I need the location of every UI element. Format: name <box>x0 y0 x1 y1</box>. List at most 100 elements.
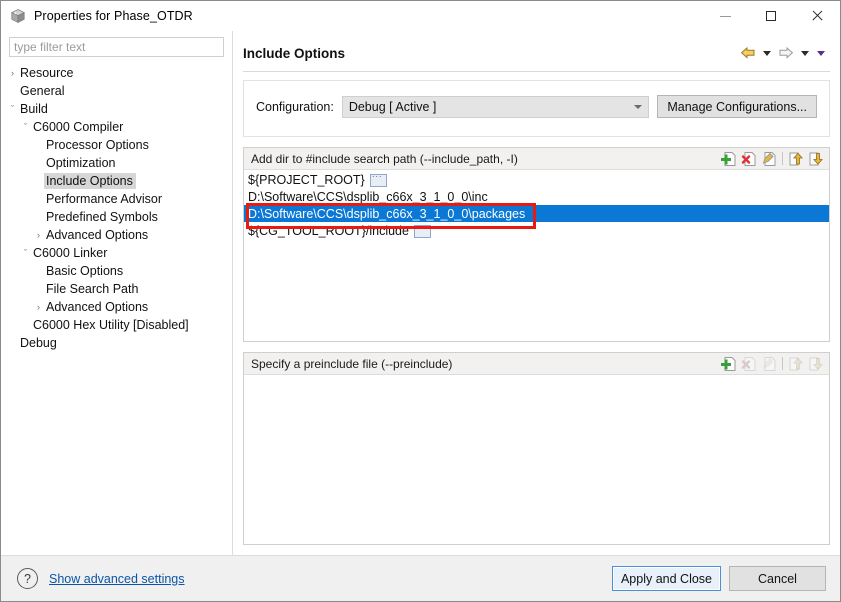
list-item-label: D:\Software\CCS\dsplib_c66x_3_1_0_0\inc <box>248 189 488 204</box>
sidebar-item-label: Include Options <box>44 173 136 189</box>
window-controls <box>702 1 840 31</box>
sidebar-item-label: Optimization <box>46 156 116 170</box>
back-arrow-icon <box>740 46 755 59</box>
help-icon[interactable]: ? <box>17 568 38 589</box>
page-title: Include Options <box>243 45 346 61</box>
list-item[interactable]: D:\Software\CCS\dsplib_c66x_3_1_0_0\pack… <box>244 205 829 222</box>
configuration-label: Configuration: <box>256 99 334 114</box>
settings-tree: › Resource General ˇ Build ˇ C6000 Compiler Pro… <box>1 62 232 555</box>
configuration-row: Configuration: Debug [ Active ] Manage C… <box>256 95 817 118</box>
sidebar-item-c6000-linker[interactable]: ˇ C6000 Linker <box>1 244 232 262</box>
sidebar-item-label: General <box>20 84 65 98</box>
title-bar: Properties for Phase_OTDR <box>1 1 840 31</box>
sidebar-item-label: Processor Options <box>46 138 149 152</box>
list-item[interactable]: D:\Software\CCS\dsplib_c66x_3_1_0_0\inc <box>244 188 829 205</box>
sidebar-item-processor-options[interactable]: Processor Options <box>1 136 232 154</box>
show-advanced-settings-link[interactable]: Show advanced settings <box>49 572 185 586</box>
sidebar-item-build[interactable]: ˇ Build <box>1 100 232 118</box>
chevron-down-icon[interactable]: ˇ <box>20 248 31 258</box>
configuration-select[interactable]: Debug [ Active ] <box>341 95 650 118</box>
filter-input[interactable] <box>14 40 219 54</box>
apply-and-close-button[interactable]: Apply and Close <box>611 566 721 591</box>
back-dropdown-button[interactable] <box>760 43 774 63</box>
close-button[interactable] <box>794 1 840 31</box>
back-button[interactable] <box>738 43 758 63</box>
sidebar-item-label: Advanced Options <box>46 228 149 242</box>
minimize-icon <box>719 15 731 17</box>
dialog-footer: ? Show advanced settings Apply and Close… <box>1 555 840 601</box>
edit-icon <box>762 356 776 371</box>
list-item[interactable]: ${CG_TOOL_ROOT}/include <box>244 222 829 239</box>
preinclude-toolbar <box>720 355 825 373</box>
delete-icon <box>741 151 756 166</box>
chevron-right-icon[interactable]: › <box>33 230 44 240</box>
include-paths-header: Add dir to #include search path (--inclu… <box>244 148 829 170</box>
footer-buttons: Apply and Close Cancel <box>611 566 826 591</box>
list-item-label: D:\Software\CCS\dsplib_c66x_3_1_0_0\pack… <box>248 206 526 221</box>
preinclude-panel: Specify a preinclude file (--preinclude) <box>243 352 830 545</box>
window-title: Properties for Phase_OTDR <box>34 9 193 23</box>
settings-sidebar: ›ResourceGeneralˇBuildˇC6000 CompilerPro… <box>1 31 233 555</box>
browse-icon[interactable] <box>369 171 387 187</box>
sidebar-item-label: C6000 Compiler <box>33 120 124 134</box>
move-up-button[interactable] <box>786 150 805 168</box>
move-down-button[interactable] <box>806 150 825 168</box>
chevron-down-icon <box>634 104 643 109</box>
sidebar-item-c6000-hex-utility-disabled[interactable]: C6000 Hex Utility [Disabled] <box>1 316 232 334</box>
chevron-down-icon[interactable]: ˇ <box>7 104 18 114</box>
manage-configurations-button[interactable]: Manage Configurations... <box>657 95 817 118</box>
view-menu-button[interactable] <box>814 43 828 63</box>
close-icon <box>811 10 823 22</box>
sidebar-item-label: Performance Advisor <box>46 192 163 206</box>
include-paths-list[interactable]: ${PROJECT_ROOT} D:\Software\CCS\dsplib_c6… <box>244 170 829 341</box>
sidebar-item-label: File Search Path <box>46 282 139 296</box>
chevron-right-icon[interactable]: › <box>7 68 18 78</box>
edit-icon <box>762 151 776 166</box>
page-header: Include Options <box>243 31 830 71</box>
toolbar-separator <box>782 357 783 370</box>
sidebar-item-basic-options[interactable]: Basic Options <box>1 262 232 280</box>
sidebar-item-resource[interactable]: › Resource <box>1 64 232 82</box>
move-up-button <box>786 355 805 373</box>
dialog-body: ›ResourceGeneralˇBuildˇC6000 CompilerPro… <box>1 31 840 555</box>
sidebar-item-c6000-compiler[interactable]: ˇ C6000 Compiler <box>1 118 232 136</box>
forward-dropdown-button[interactable] <box>798 43 812 63</box>
include-paths-toolbar <box>720 150 825 168</box>
sidebar-item-advanced-options[interactable]: › Advanced Options <box>1 226 232 244</box>
add-icon <box>721 151 736 166</box>
forward-button[interactable] <box>776 43 796 63</box>
sidebar-item-file-search-path[interactable]: File Search Path <box>1 280 232 298</box>
sidebar-item-include-options[interactable]: Include Options <box>1 172 232 190</box>
browse-icon[interactable] <box>413 222 431 238</box>
chevron-right-icon[interactable]: › <box>33 302 44 312</box>
configuration-group: Configuration: Debug [ Active ] Manage C… <box>243 80 830 137</box>
preinclude-list[interactable] <box>244 375 829 544</box>
sidebar-item-general[interactable]: General <box>1 82 232 100</box>
cancel-button[interactable]: Cancel <box>729 566 826 591</box>
chevron-down-icon <box>763 50 771 56</box>
delete-button[interactable] <box>740 150 759 168</box>
chevron-down-icon[interactable]: ˇ <box>20 122 31 132</box>
view-menu-icon <box>817 50 825 56</box>
sidebar-item-debug[interactable]: Debug <box>1 334 232 352</box>
toolbar-separator <box>782 152 783 165</box>
sidebar-item-advanced-options[interactable]: › Advanced Options <box>1 298 232 316</box>
sidebar-item-predefined-symbols[interactable]: Predefined Symbols <box>1 208 232 226</box>
sidebar-item-label: C6000 Linker <box>33 246 108 260</box>
sidebar-item-performance-advisor[interactable]: Performance Advisor <box>1 190 232 208</box>
list-item[interactable]: ${PROJECT_ROOT} <box>244 171 829 188</box>
include-paths-title: Add dir to #include search path (--inclu… <box>251 151 518 166</box>
add-button[interactable] <box>720 355 739 373</box>
filter-box[interactable] <box>9 37 224 57</box>
list-item-label: ${PROJECT_ROOT} <box>248 172 365 187</box>
chevron-down-icon <box>801 50 809 56</box>
sidebar-item-label: Debug <box>20 336 57 350</box>
maximize-button[interactable] <box>748 1 794 31</box>
sidebar-item-optimization[interactable]: Optimization <box>1 154 232 172</box>
move-down-icon <box>809 152 823 165</box>
add-button[interactable] <box>720 150 739 168</box>
sidebar-item-label: Predefined Symbols <box>46 210 158 224</box>
include-paths-panel: Add dir to #include search path (--inclu… <box>243 147 830 342</box>
edit-button[interactable] <box>760 150 779 168</box>
minimize-button[interactable] <box>702 1 748 31</box>
